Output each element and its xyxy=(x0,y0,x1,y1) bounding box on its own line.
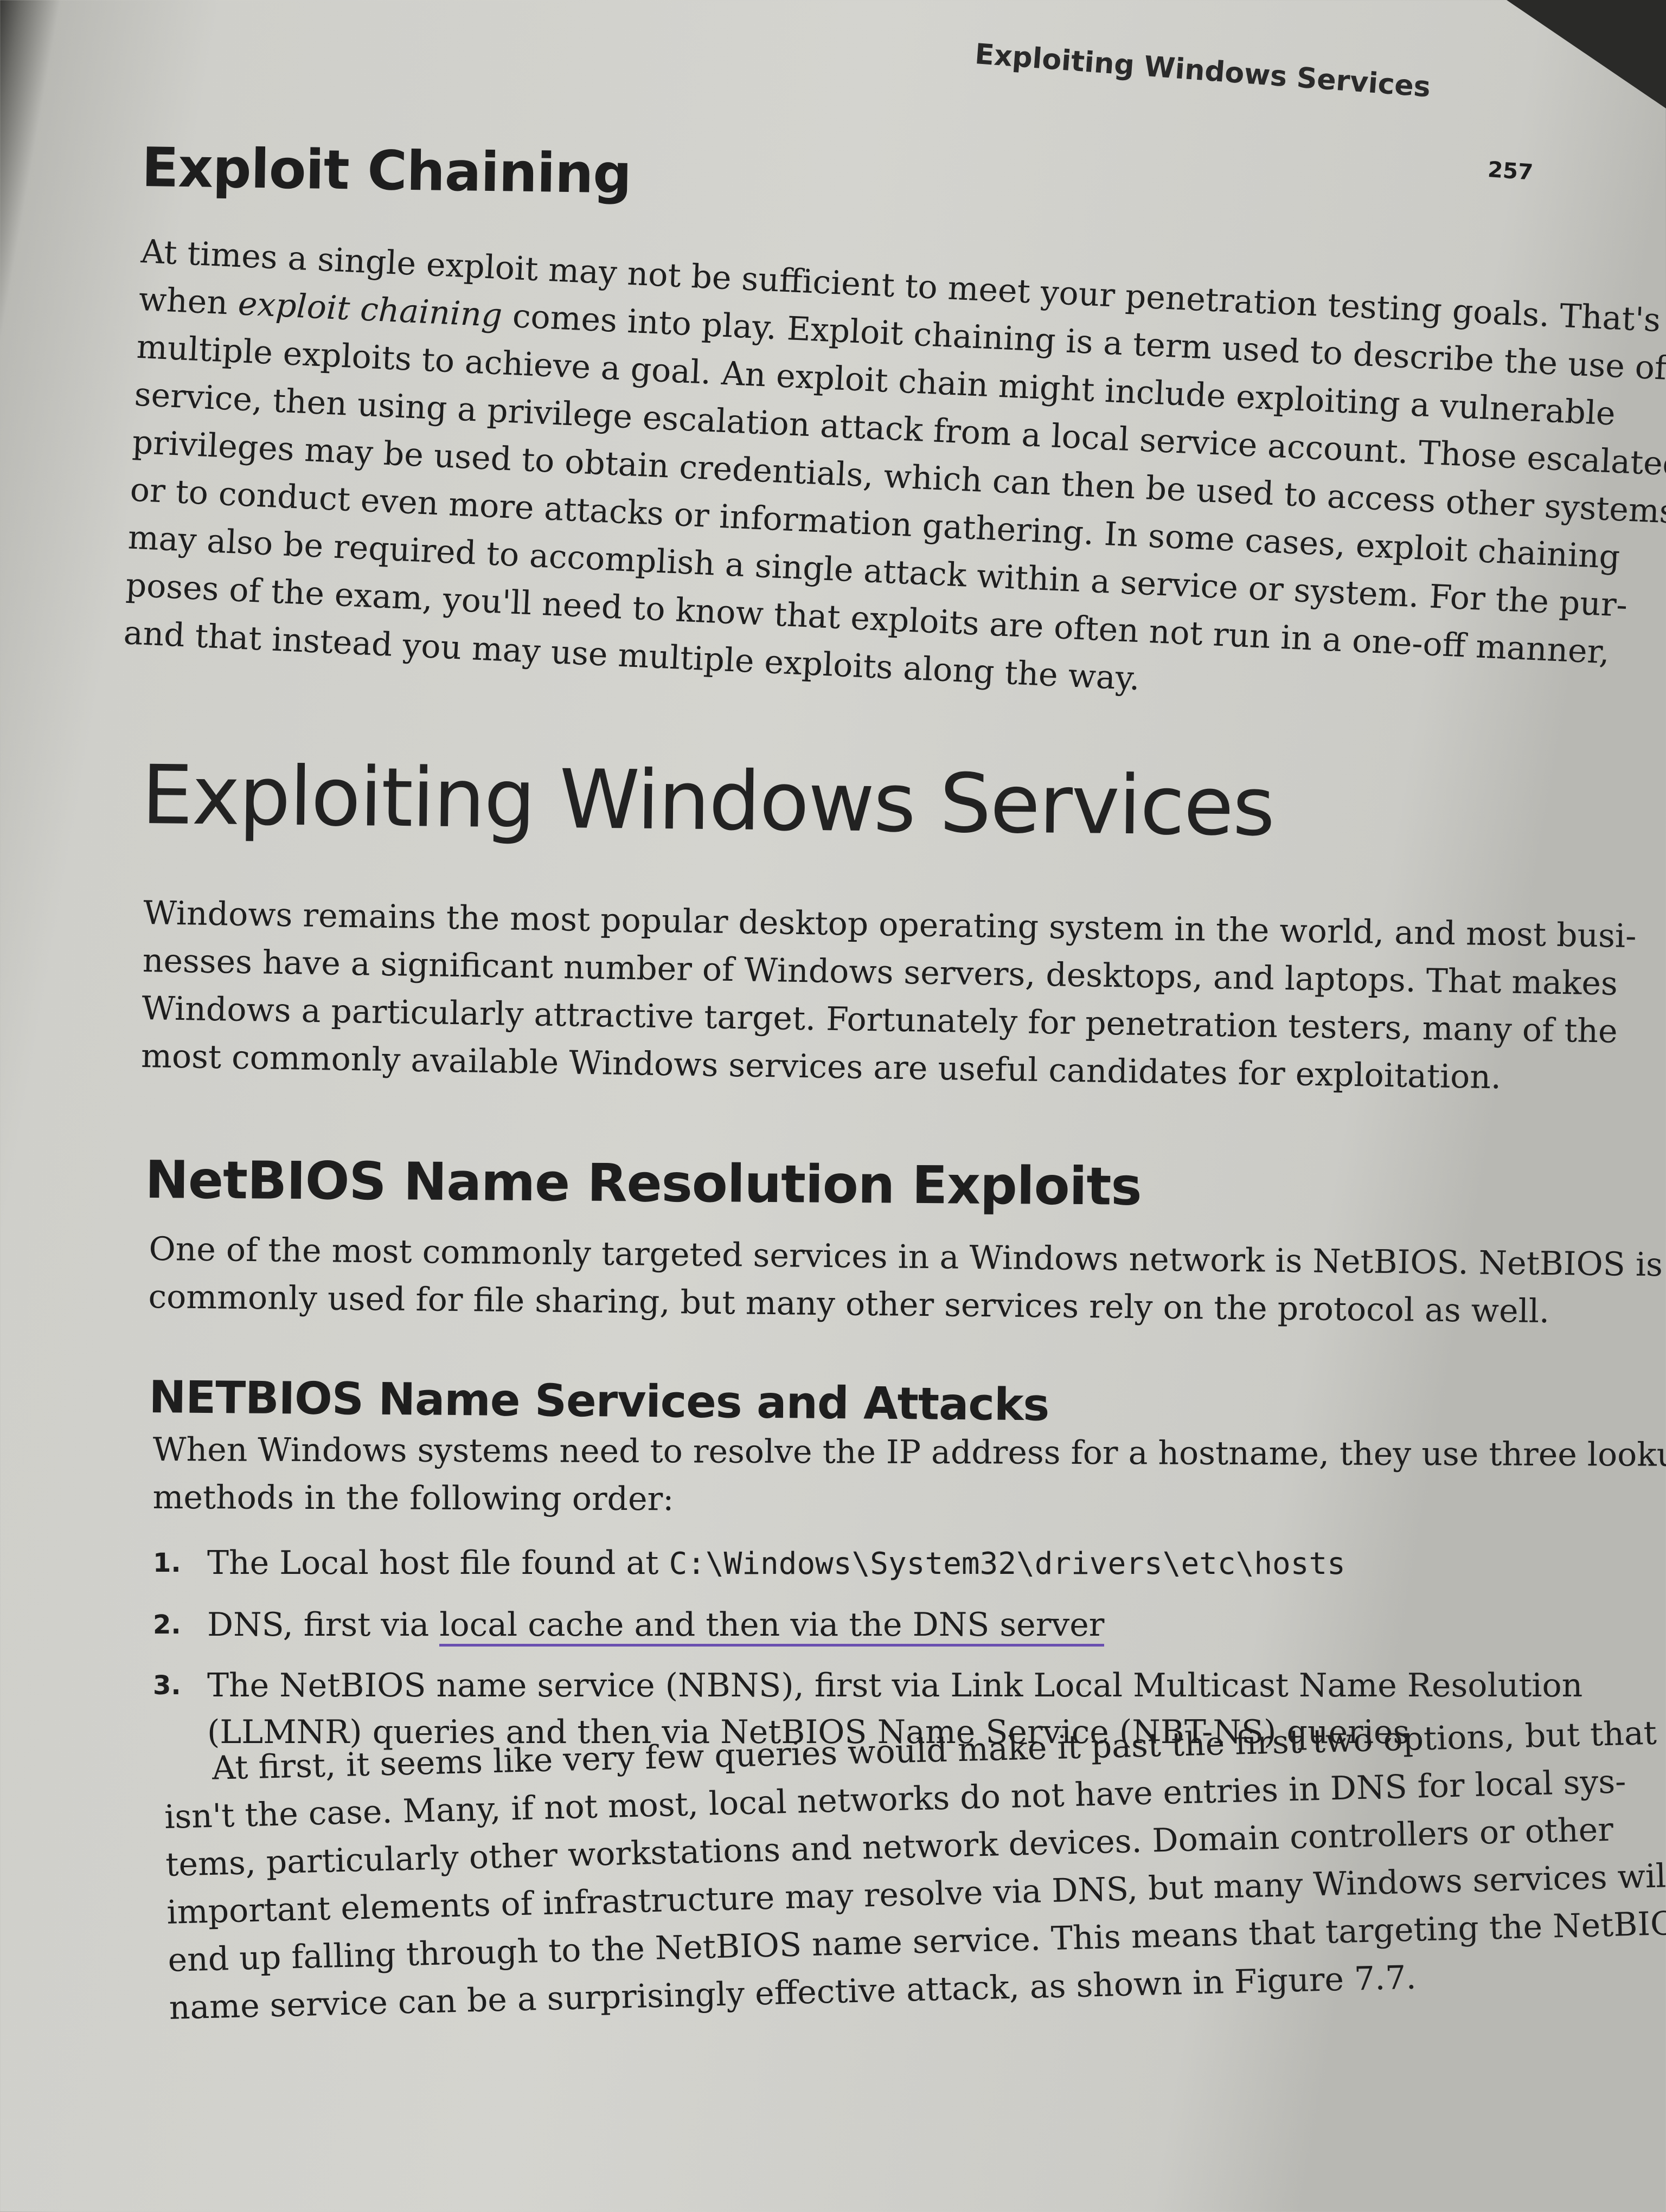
list-number: 3. xyxy=(153,1670,181,1701)
list-number: 2. xyxy=(153,1610,181,1640)
list-number: 1. xyxy=(153,1548,181,1578)
list-text: The Local host file found at xyxy=(207,1544,669,1582)
paragraph-exploit-chaining: At times a single exploit may not be suf… xyxy=(123,228,1666,719)
background-edge xyxy=(1507,0,1666,108)
heading-netbios-attacks: NETBIOS Name Services and Attacks xyxy=(149,1372,1049,1431)
paragraph-netbios: One of the most commonly targeted servic… xyxy=(148,1225,1663,1335)
heading-exploit-chaining: Exploit Chaining xyxy=(141,136,632,206)
paragraph-netbios-closing: At first, it seems like very few queries… xyxy=(163,1711,1666,2031)
text-line: When Windows systems need to resolve the… xyxy=(152,1431,1666,1474)
page-number: 257 xyxy=(1486,157,1534,185)
list-text: DNS, first via xyxy=(207,1606,440,1644)
heading-netbios-exploits: NetBIOS Name Resolution Exploits xyxy=(145,1149,1142,1217)
heading-exploiting-windows-services: Exploiting Windows Services xyxy=(141,748,1275,854)
list-item: 1. The Local host file found at C:\Windo… xyxy=(153,1540,1582,1587)
list-text: The NetBIOS name service (NBNS), first v… xyxy=(207,1667,1583,1705)
text-line: methods in the following order: xyxy=(152,1478,674,1519)
paragraph-windows-services: Windows remains the most popular desktop… xyxy=(140,889,1637,1102)
paragraph-lookup-intro: When Windows systems need to resolve the… xyxy=(152,1426,1666,1526)
list-item: 2. DNS, first via local cache and then v… xyxy=(153,1602,1582,1648)
hosts-file-path: C:\Windows\System32\drivers\etc\hosts xyxy=(669,1546,1345,1581)
running-header: Exploiting Windows Services xyxy=(973,38,1432,104)
pen-underlined-text: local cache and then via the DNS server xyxy=(439,1606,1105,1647)
